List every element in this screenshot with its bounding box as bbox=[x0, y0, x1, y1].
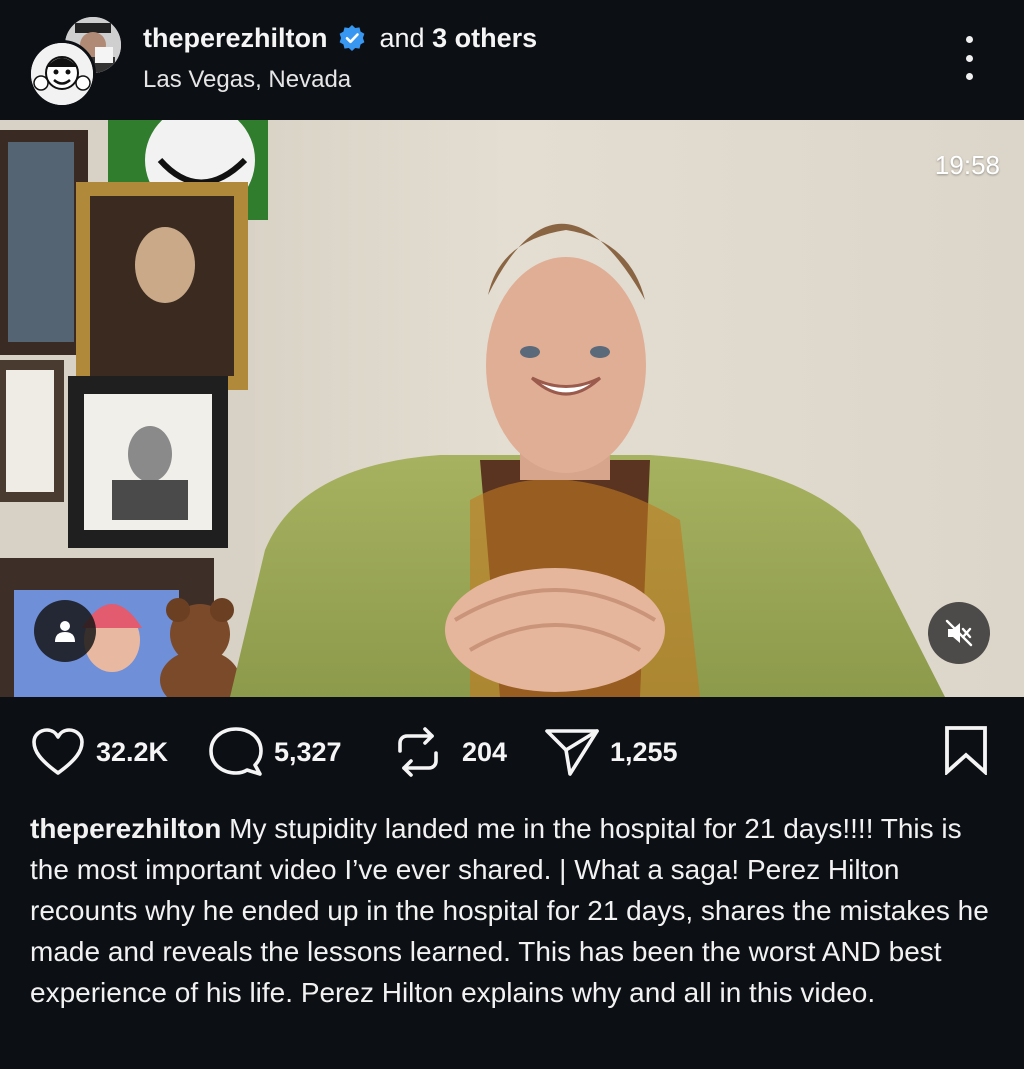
comment-button[interactable]: 5,327 bbox=[208, 727, 342, 777]
comment-count: 5,327 bbox=[274, 736, 342, 767]
heart-icon bbox=[32, 728, 84, 775]
more-dot bbox=[965, 54, 973, 62]
video-frame-illustration bbox=[0, 120, 1024, 697]
author-row: theperezhilton and 3 others bbox=[143, 20, 537, 56]
post-caption: theperezhilton My stupidity landed me in… bbox=[30, 808, 990, 1013]
video-player[interactable]: 19:58 bbox=[0, 120, 1024, 697]
and-label: and bbox=[379, 22, 425, 53]
avatar[interactable] bbox=[28, 40, 96, 108]
more-vertical-icon[interactable] bbox=[952, 36, 986, 80]
video-timestamp: 19:58 bbox=[934, 150, 1000, 180]
caption-username-link[interactable]: theperezhilton bbox=[30, 813, 221, 844]
collaborators-text[interactable]: and 3 others bbox=[380, 23, 538, 54]
share-button[interactable]: 1,255 bbox=[544, 727, 678, 777]
bookmark-icon bbox=[945, 726, 987, 777]
post-header: theperezhilton and 3 others Las Vegas, N… bbox=[0, 0, 1024, 120]
repost-count: 204 bbox=[462, 736, 508, 767]
verified-badge-icon bbox=[338, 24, 366, 52]
comment-bubble-icon bbox=[209, 727, 263, 776]
collaborator-avatars[interactable] bbox=[26, 14, 126, 108]
share-count: 1,255 bbox=[610, 736, 678, 767]
more-dot bbox=[965, 36, 973, 43]
person-tag-icon[interactable] bbox=[34, 600, 96, 662]
speaker-muted-icon[interactable] bbox=[928, 602, 990, 664]
username-link[interactable]: theperezhilton bbox=[143, 23, 328, 54]
location-link[interactable]: Las Vegas, Nevada bbox=[143, 66, 351, 94]
others-count: 3 others bbox=[432, 22, 538, 53]
instagram-post: theperezhilton and 3 others Las Vegas, N… bbox=[0, 0, 1024, 1069]
more-dot bbox=[965, 73, 973, 80]
bookmark-button[interactable] bbox=[942, 725, 990, 777]
send-icon bbox=[545, 729, 599, 776]
post-actions-bar: 32.2K 5,327 204 1,255 bbox=[0, 697, 1024, 807]
repost-button[interactable]: 204 bbox=[394, 727, 507, 777]
like-button[interactable]: 32.2K bbox=[30, 727, 168, 777]
like-count: 32.2K bbox=[96, 736, 169, 767]
repost-icon bbox=[398, 727, 438, 777]
